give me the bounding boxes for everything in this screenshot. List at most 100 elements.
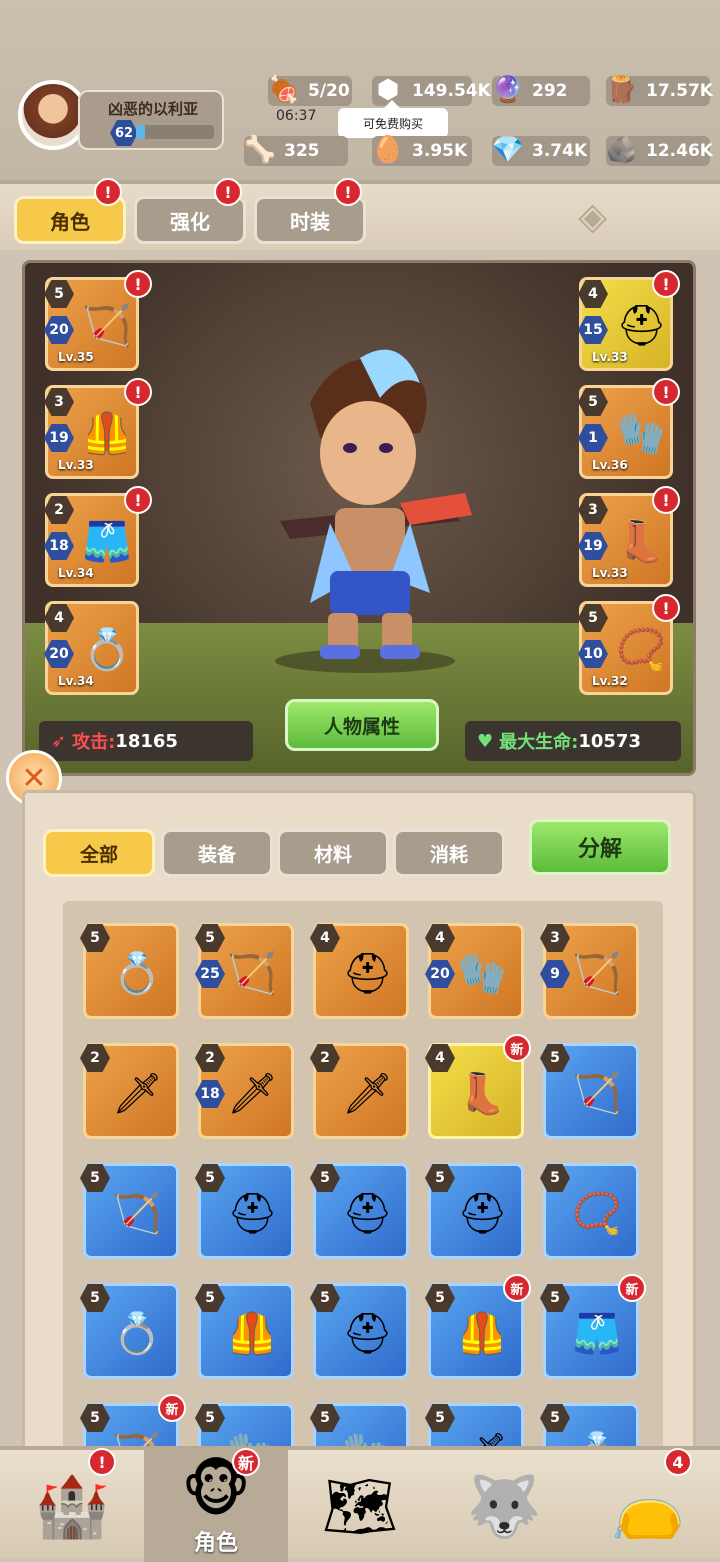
inventory-item[interactable]: ⛑ 5 xyxy=(195,1163,294,1259)
item-icon: ⛑ xyxy=(342,951,393,997)
inventory-item[interactable]: 🏹 5 xyxy=(80,1163,179,1259)
inventory-item[interactable]: 🗡 2 xyxy=(80,1043,179,1139)
star-level-badge: 5 xyxy=(80,924,110,952)
slot-alert: ! xyxy=(124,486,152,514)
inventory-item[interactable]: 🏹 5 xyxy=(540,1043,639,1139)
star-level-badge: 4 xyxy=(425,1044,455,1072)
equip-slot-pants[interactable]: 🩳 2 18 Lv.34 ! xyxy=(44,486,152,587)
star-level-badge: 5 xyxy=(425,1164,455,1192)
inventory-item[interactable]: 💍5 xyxy=(80,923,179,1019)
filter-consumables[interactable]: 消耗 xyxy=(393,829,505,877)
nav-pets[interactable]: 🐺 xyxy=(432,1450,576,1562)
item-icon: 💍 xyxy=(112,951,162,997)
star-level-badge: 5 xyxy=(195,1164,225,1192)
inventory-item[interactable]: 🗡 2 18 xyxy=(195,1043,294,1139)
nav-map-icon: 🗺 xyxy=(321,1471,399,1542)
inventory-item[interactable]: 👢 4 新 xyxy=(425,1034,531,1139)
gem-resource[interactable]: 💎 3.74K xyxy=(492,135,590,166)
filter-all[interactable]: 全部 xyxy=(43,829,155,877)
item-icon: 🏹 xyxy=(572,1071,622,1117)
star-level-badge: 5 xyxy=(540,1284,570,1312)
nav-alert-badge: ! xyxy=(88,1448,116,1476)
nav-alert-badge: 新 xyxy=(232,1448,260,1476)
ring-icon: 💍 xyxy=(82,627,132,673)
item-icon: ⛑ xyxy=(227,1191,278,1237)
star-level-badge: 5 xyxy=(80,1404,110,1432)
inventory-item[interactable]: ⛑ 5 xyxy=(310,1163,409,1259)
inventory-item[interactable]: 🏹 5 25 xyxy=(195,923,294,1019)
inventory-item[interactable]: 💍5 xyxy=(80,1283,179,1379)
equip-slot-weapon[interactable]: 🏹 5 20 Lv.35 ! xyxy=(44,270,152,371)
nav-base[interactable]: 🏰! xyxy=(0,1448,144,1562)
wood-resource[interactable]: 🪵 17.57K xyxy=(606,75,713,106)
bone-icon: 🦴 xyxy=(243,135,277,165)
inventory-item[interactable]: 🦺 5 新 xyxy=(425,1274,531,1379)
star-level-badge: 5 xyxy=(44,280,74,308)
equip-slot-necklace[interactable]: 📿 5 10 Lv.32 ! xyxy=(578,594,680,695)
slot-alert: ! xyxy=(124,378,152,406)
inventory-item[interactable]: ⛑ 5 xyxy=(310,1283,409,1379)
pants-icon: 🩳 xyxy=(82,519,132,565)
player-panel[interactable]: 凶恶的以利亚 62 xyxy=(78,90,224,150)
inventory-item[interactable]: 🩳 5 新 xyxy=(540,1274,646,1379)
star-level-badge: 3 xyxy=(44,388,74,416)
enhance-level-badge: 1 xyxy=(578,424,608,452)
enhance-level-badge: 15 xyxy=(578,316,608,344)
inventory-item[interactable]: 🏹 3 9 xyxy=(540,923,639,1019)
nav-character[interactable]: 🐵 角色新 xyxy=(144,1448,288,1562)
enhance-level-badge: 20 xyxy=(44,640,74,668)
inventory-item[interactable]: ⛑ 4 xyxy=(310,923,409,1019)
energy-resource[interactable]: 🍖 5/20 xyxy=(268,75,352,106)
inventory-item[interactable]: 🗡 2 xyxy=(310,1043,409,1139)
max-hp-label: 最大生命: xyxy=(499,732,579,753)
gear-parts-value: 149.54K xyxy=(412,81,491,101)
bone-value: 325 xyxy=(284,141,320,161)
stone-icon: 🪨 xyxy=(605,135,639,165)
item-level: Lv.32 xyxy=(592,674,628,688)
equip-slot-armor[interactable]: 🦺 3 19 Lv.33 ! xyxy=(44,378,152,479)
star-level-badge: 3 xyxy=(578,496,608,524)
nav-label: 角色 xyxy=(193,1531,238,1556)
equip-slot-helmet[interactable]: ⛑ 4 15 Lv.33 ! xyxy=(578,270,680,371)
pearl-value: 292 xyxy=(532,81,568,101)
inventory-item[interactable]: 🦺 5 xyxy=(195,1283,294,1379)
star-level-badge: 2 xyxy=(80,1044,110,1072)
pearl-resource[interactable]: 🔮 292 xyxy=(492,75,590,106)
slot-alert: ! xyxy=(652,594,680,622)
stone-resource[interactable]: 🪨 12.46K xyxy=(606,135,713,166)
attack-stat: ➶ 攻击: 18165 xyxy=(39,721,253,761)
wood-log-icon: 🪵 xyxy=(605,75,639,105)
item-icon: 🗡 xyxy=(112,1071,163,1117)
enhance-level-badge: 18 xyxy=(195,1080,225,1108)
filter-equipment[interactable]: 装备 xyxy=(161,829,273,877)
top-header: 凶恶的以利亚 62 🍖 5/20 06:37 ⬢ 149.54K 🔮 292 🪵… xyxy=(0,0,720,180)
bow-icon: 🏹 xyxy=(82,303,132,349)
gloves-icon: 🧤 xyxy=(616,411,666,457)
equip-slot-gloves[interactable]: 🧤 5 1 Lv.36 ! xyxy=(578,378,680,479)
star-level-badge: 5 xyxy=(80,1164,110,1192)
tab-character-alert: ! xyxy=(94,178,122,206)
tab-fashion-alert: ! xyxy=(334,178,362,206)
item-level: Lv.33 xyxy=(58,458,94,472)
bone-resource[interactable]: 🦴 325 xyxy=(244,135,348,166)
nav-bag[interactable]: 👝 4 xyxy=(576,1448,720,1562)
item-icon: 🏹 xyxy=(227,951,277,997)
inventory-item[interactable]: 📿 5 xyxy=(540,1163,639,1259)
star-level-badge: 5 xyxy=(540,1404,570,1432)
equip-slot-ring[interactable]: 💍 4 20 Lv.34 xyxy=(44,601,139,695)
star-level-badge: 2 xyxy=(310,1044,340,1072)
new-badge: 新 xyxy=(158,1394,186,1422)
item-icon: 🩳 xyxy=(572,1311,622,1357)
inventory-item[interactable]: ⛑ 5 xyxy=(425,1163,524,1259)
attack-icon: ➶ xyxy=(51,730,67,752)
filter-materials[interactable]: 材料 xyxy=(277,829,389,877)
nav-map[interactable]: 🗺 xyxy=(288,1450,432,1562)
equip-slot-boots[interactable]: 👢 3 19 Lv.33 ! xyxy=(578,486,680,587)
character-attributes-button[interactable]: 人物属性 xyxy=(285,699,439,751)
decompose-button[interactable]: 分解 xyxy=(529,819,671,875)
star-level-badge: 5 xyxy=(578,388,608,416)
inventory-item[interactable]: 🧤 4 20 xyxy=(425,923,524,1019)
enhance-level-badge: 18 xyxy=(44,532,74,560)
star-level-badge: 5 xyxy=(425,1404,455,1432)
egg-resource[interactable]: 🥚 3.95K xyxy=(372,135,472,166)
